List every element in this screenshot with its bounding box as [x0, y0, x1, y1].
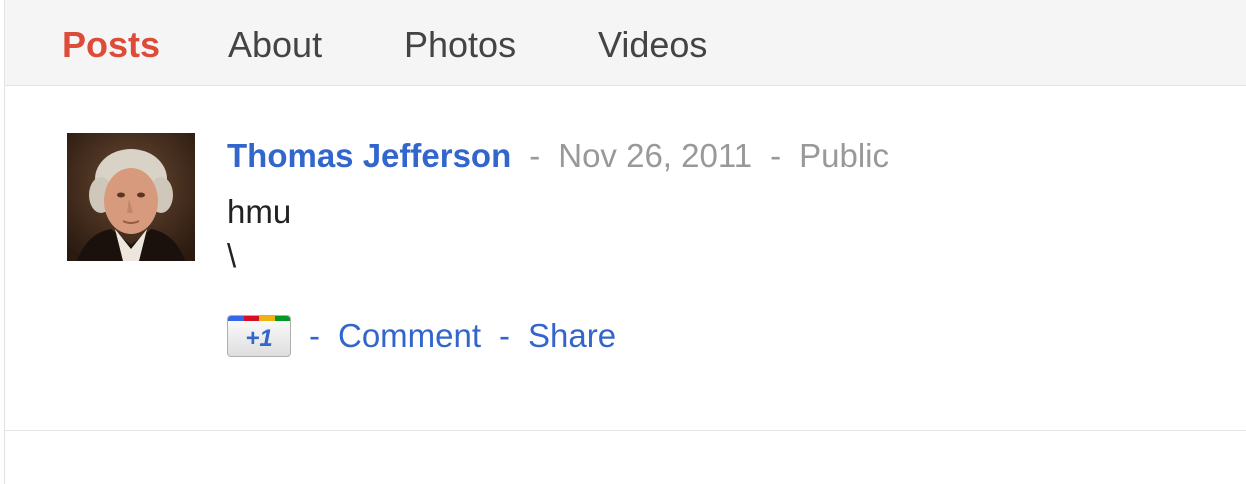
- post-header: Thomas Jefferson - Nov 26, 2011- Public: [227, 136, 889, 176]
- plus-one-color-stripe: [228, 316, 290, 321]
- portrait-avatar-icon: [67, 133, 195, 261]
- post-body-line: hmu: [227, 193, 292, 230]
- action-separator: -: [309, 317, 320, 354]
- author-name-link[interactable]: Thomas Jefferson: [227, 137, 511, 174]
- post-body: hmu \: [227, 190, 291, 278]
- action-separator: -: [499, 317, 511, 354]
- tab-about[interactable]: About: [228, 24, 322, 66]
- post-body-line: \: [227, 237, 237, 274]
- share-link[interactable]: Share: [528, 314, 616, 358]
- post-card: Thomas Jefferson - Nov 26, 2011- Public hmu…: [5, 86, 1246, 430]
- tab-videos[interactable]: Videos: [598, 24, 707, 66]
- post-actions: +1 - Comment - Share: [227, 314, 616, 358]
- author-avatar[interactable]: [67, 133, 195, 261]
- tab-posts[interactable]: Posts: [62, 24, 160, 66]
- post-visibility[interactable]: Public: [799, 137, 889, 174]
- header-separator: -: [529, 137, 541, 174]
- comment-link[interactable]: Comment: [338, 314, 481, 358]
- profile-tab-bar: Posts About Photos Videos: [5, 0, 1246, 86]
- post-divider: [5, 430, 1246, 431]
- post-date-link[interactable]: Nov 26, 2011: [558, 137, 752, 174]
- plus-one-label: +1: [245, 325, 273, 352]
- profile-stream: Posts About Photos Videos Thomas Jeffers…: [4, 0, 1246, 484]
- plus-one-button[interactable]: +1: [227, 315, 291, 357]
- header-separator: -: [770, 137, 782, 174]
- tab-photos[interactable]: Photos: [404, 24, 516, 66]
